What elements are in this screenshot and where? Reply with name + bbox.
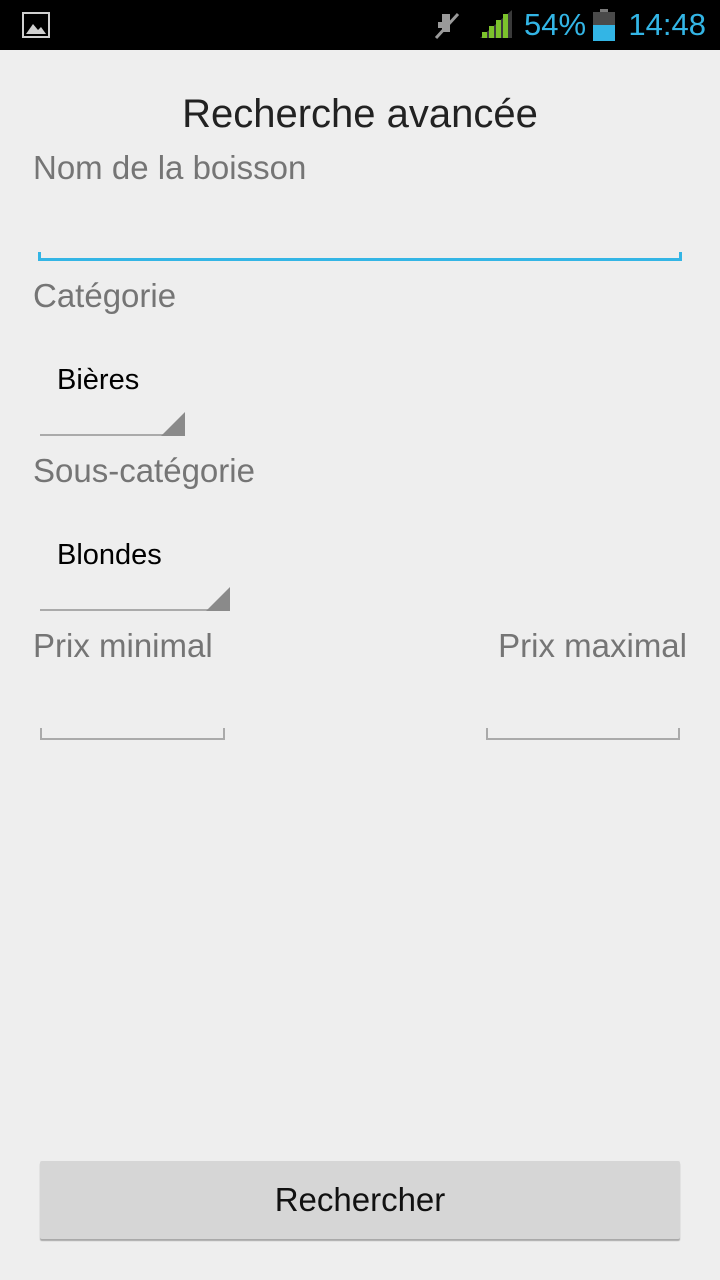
drink-name-input[interactable]	[38, 252, 682, 261]
battery-percent: 54%	[524, 7, 587, 42]
search-button[interactable]: Rechercher	[40, 1161, 680, 1239]
category-spinner[interactable]: Bières	[40, 362, 185, 436]
subcategory-selected-value: Blondes	[57, 539, 162, 571]
page-title: Recherche avancée	[182, 92, 538, 136]
dropdown-corner-icon	[206, 587, 230, 611]
min-price-label: Prix minimal	[33, 627, 213, 664]
subcategory-label: Sous-catégorie	[33, 452, 255, 489]
subcategory-spinner-underline	[40, 609, 230, 611]
category-selected-value: Bières	[57, 364, 140, 396]
subcategory-spinner[interactable]: Blondes	[40, 537, 230, 611]
drink-name-label: Nom de la boisson	[33, 149, 307, 186]
image-notification-icon	[22, 12, 50, 38]
max-price-input[interactable]	[486, 728, 680, 740]
max-price-label: Prix maximal	[498, 627, 687, 664]
mute-icon	[434, 12, 460, 40]
signal-icon	[480, 10, 512, 38]
clock-time: 14:48	[628, 7, 706, 42]
min-price-input[interactable]	[40, 728, 225, 740]
status-bar: 54% 14:48	[0, 0, 720, 50]
dropdown-corner-icon	[161, 412, 185, 436]
battery-icon	[593, 9, 615, 41]
category-label: Catégorie	[33, 277, 177, 314]
